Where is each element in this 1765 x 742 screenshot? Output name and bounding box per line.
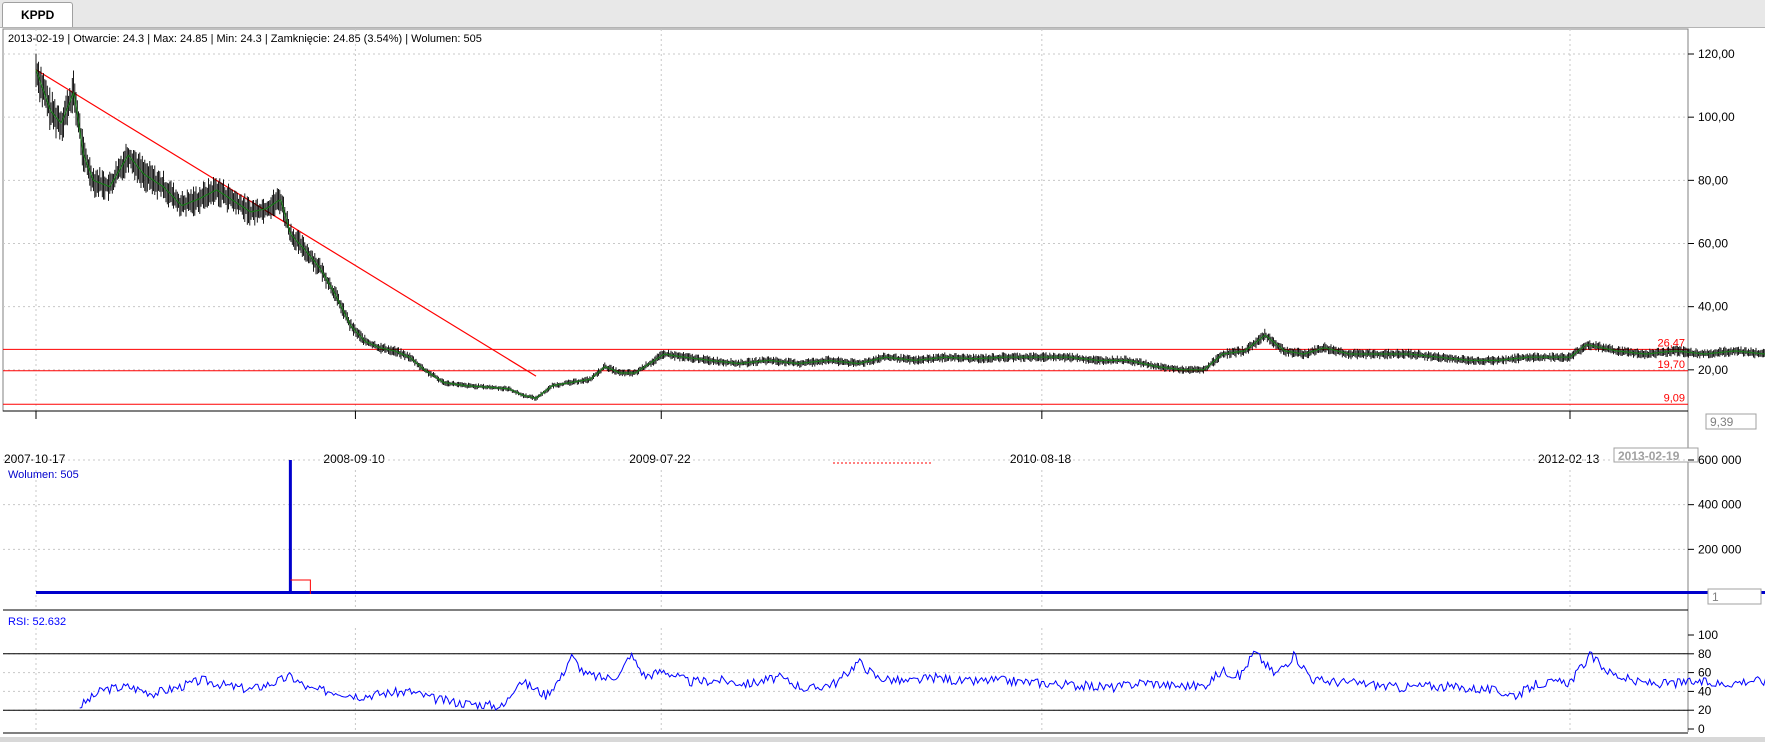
chart-area[interactable]: 2013-02-19 | Otwarcie: 24.3 | Max: 24.85… [0,28,1765,742]
volume-title: Wolumen: 505 [8,469,79,481]
rsi-ytick-label: 20 [1698,703,1712,717]
price-ytick-label: 40,00 [1698,300,1728,314]
price-ytick-label: 60,00 [1698,237,1728,251]
level-label: 9,09 [1664,392,1685,404]
rsi-title: RSI: 52.632 [8,616,66,628]
price-ytick-label: 20,00 [1698,363,1728,377]
rsi-ytick-label: 100 [1698,628,1718,642]
tab-bar: KPPD [0,0,1765,28]
rsi-line [79,650,1765,711]
volume-ytick-label: 600 000 [1698,453,1742,467]
level-label: 19,70 [1657,359,1685,371]
price-ytick-label: 120,00 [1698,47,1735,61]
price-panel[interactable]: 2013-02-19 | Otwarcie: 24.3 | Max: 24.85… [2,28,1765,732]
x-tick-label: 2012-02-13 [1538,452,1600,466]
volume-marker-label: 1 [1712,590,1719,604]
x-tick-label: 2010-08-18 [1010,452,1072,466]
volume-panel[interactable]: Wolumen: 505 600 000 400 000 200 000 1 [3,453,1765,611]
info-line: 2013-02-19 | Otwarcie: 24.3 | Max: 24.85… [8,33,482,45]
volume-spike-bar [288,460,292,594]
x-tick-label: 2008-09-10 [323,452,385,466]
rsi-gridlines [3,628,1688,733]
last-date-label: 2013-02-19 [1618,449,1680,463]
volume-gridlines [3,459,1688,610]
rsi-panel[interactable]: RSI: 52.632 100 80 60 40 20 0 [3,616,1765,736]
x-tick-label: 2007-10-17 [4,452,66,466]
rsi-reference-lines [3,653,1688,711]
x-tick-label: 2009-07-22 [629,452,691,466]
rsi-ytick-label: 80 [1698,647,1712,661]
volume-ytick-label: 400 000 [1698,498,1742,512]
rsi-ytick-label: 0 [1698,722,1705,736]
volume-bars [36,591,1765,594]
status-strip [0,737,1765,742]
price-ytick-label: 80,00 [1698,173,1728,187]
rsi-y-axis: 100 80 60 40 20 0 [1688,628,1718,736]
price-y-axis: 120,00 100,00 80,00 60,00 40,00 20,00 [1688,47,1735,377]
volume-y-axis: 600 000 400 000 200 000 [1688,453,1742,556]
rsi-ytick-label: 40 [1698,684,1712,698]
price-ytick-label: 100,00 [1698,110,1735,124]
tab-kppd[interactable]: KPPD [2,2,74,27]
volume-ytick-label: 200 000 [1698,542,1742,556]
price-marker-label: 9,39 [1710,415,1734,429]
x-axis: 2013-02-19 2007-10-17 2008-09-10 2009-07-2… [3,410,1699,466]
rsi-ytick-label: 60 [1698,666,1712,680]
